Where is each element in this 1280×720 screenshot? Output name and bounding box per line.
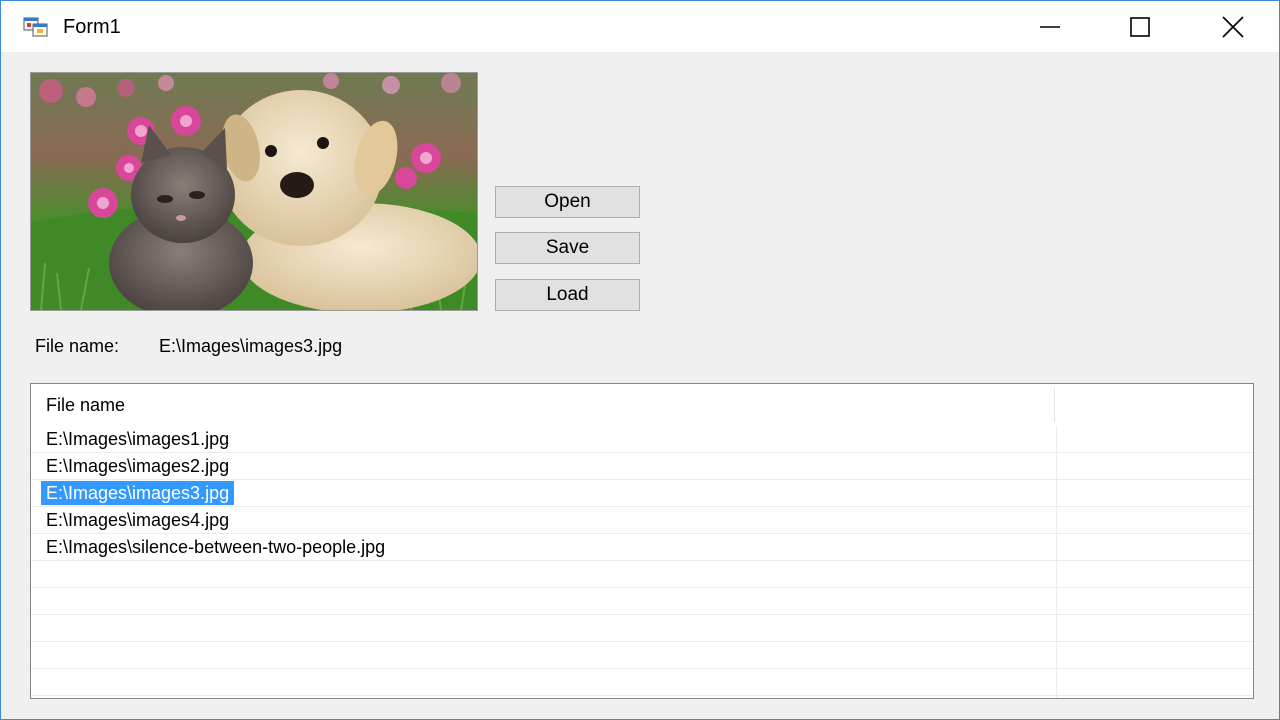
list-item [41,670,51,694]
table-row[interactable]: E:\Images\images2.jpg [31,453,1253,480]
open-button[interactable]: Open [495,186,640,218]
puppy-kitten-image [31,73,477,310]
main-window: Form1 Open Save Load File name: E:\Image… [0,0,1280,720]
minimize-button[interactable] [1004,1,1096,52]
load-button[interactable]: Load [495,279,640,311]
table-row[interactable]: E:\Images\images4.jpg [31,507,1253,534]
table-row[interactable]: E:\Images\images1.jpg [31,426,1253,453]
list-item: E:\Images\images1.jpg [46,429,230,449]
maximize-icon [1130,16,1150,37]
list-item [41,589,51,613]
list-item [41,562,51,586]
table-row[interactable]: E:\Images\images3.jpg [31,480,1253,507]
title-bar[interactable]: Form1 [1,1,1279,52]
column-header-file-name[interactable]: File name [46,395,125,416]
app-icon [23,15,49,39]
column-divider[interactable] [1054,388,1055,422]
window-title: Form1 [63,16,121,38]
list-item [41,643,51,667]
list-item: E:\Images\images4.jpg [46,510,230,530]
list-rows: E:\Images\images1.jpg E:\Images\images2.j… [31,426,1253,696]
file-list-view[interactable]: File name E:\Images\images1.jpg E:\Images… [30,383,1254,699]
table-row[interactable]: E:\Images\silence-between-two-people.jpg [31,534,1253,561]
picture-box [30,72,478,311]
file-name-label: File name: [35,336,120,356]
minimize-icon [1040,25,1060,28]
list-item: E:\Images\images2.jpg [46,456,230,476]
table-row[interactable] [31,588,1253,615]
table-row[interactable] [31,642,1253,669]
close-button[interactable] [1187,1,1279,52]
list-item [41,616,51,640]
maximize-button[interactable] [1094,1,1186,52]
list-item: E:\Images\silence-between-two-people.jpg [46,537,386,557]
save-button[interactable]: Save [495,232,640,264]
file-name-value: E:\Images\images3.jpg [159,336,343,356]
list-item: E:\Images\images3.jpg [41,481,235,505]
list-column-header[interactable]: File name [31,384,1253,426]
table-row[interactable] [31,669,1253,696]
close-icon [1222,15,1244,38]
table-row[interactable] [31,615,1253,642]
table-row[interactable] [31,561,1253,588]
